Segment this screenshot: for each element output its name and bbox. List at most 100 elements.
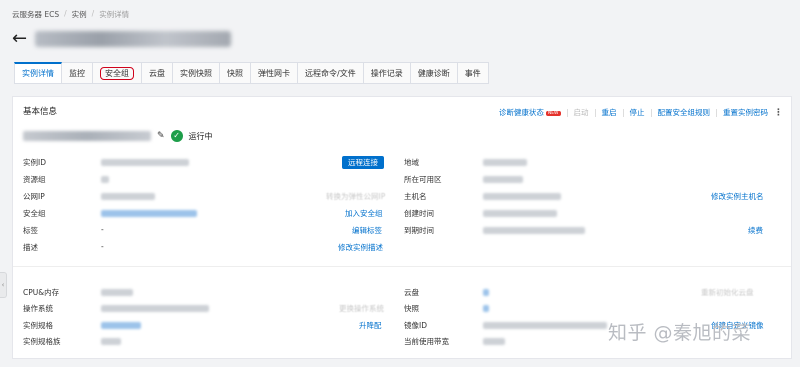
label-zone: 所在可用区 [404, 175, 442, 184]
value-redacted [483, 322, 607, 329]
label-expire: 到期时间 [404, 226, 434, 235]
value-redacted [483, 176, 523, 183]
value-redacted[interactable] [101, 322, 141, 329]
card-actions: 诊断健康状态 NEW 启动 重启 停止 配置安全组规则 重置实例密码 ⋮ [499, 107, 783, 118]
tab-eni[interactable]: 弹性网卡 [251, 62, 298, 84]
label-snapshot: 快照 [404, 304, 419, 313]
value-redacted [101, 176, 109, 183]
row-instance-id: 实例ID 远程连接 地域 [13, 156, 793, 169]
breadcrumb-separator: / [91, 9, 95, 18]
upgrade-downgrade-link[interactable]: 升降配 [359, 320, 382, 331]
label-resource-group: 资源组 [23, 175, 46, 184]
reinit-disk-link[interactable]: 重新初始化云盘 [701, 287, 754, 298]
divider [594, 108, 596, 117]
label-instance-id: 实例ID [23, 158, 46, 167]
tab-operation-logs[interactable]: 操作记录 [363, 62, 411, 84]
config-security-group-link[interactable]: 配置安全组规则 [658, 107, 711, 118]
breadcrumb-current: 实例详情 [99, 10, 130, 19]
running-check-icon: ✓ [170, 130, 183, 142]
label-cpu-memory: CPU&内存 [23, 288, 60, 297]
label-public-ip: 公网IP [23, 192, 45, 201]
instance-name-row: ✎ ✓ 运行中 [23, 130, 213, 142]
row-resource-group: 资源组 所在可用区 [13, 174, 793, 186]
label-bandwidth: 当前使用带宽 [404, 337, 449, 346]
tab-disks[interactable]: 云盘 [142, 62, 173, 84]
value-redacted [483, 193, 561, 200]
value-redacted [483, 227, 585, 234]
section-divider [13, 266, 791, 267]
join-security-group-link[interactable]: 加入安全组 [345, 208, 383, 219]
label-disk: 云盘 [404, 288, 419, 297]
status-text: 运行中 [188, 131, 213, 141]
tab-instance-details[interactable]: 实例详情 [14, 62, 62, 84]
breadcrumb-instances[interactable]: 实例 [72, 9, 87, 20]
watermark: 知乎 @秦旭的菜 [608, 322, 752, 344]
value-description: - [101, 242, 104, 251]
divider [650, 108, 652, 117]
row-cpu-memory: CPU&内存 云盘 重新初始化云盘 [13, 287, 793, 299]
diagnose-health-link[interactable]: 诊断健康状态 NEW [499, 107, 561, 118]
card-title: 基本信息 [23, 107, 58, 117]
breadcrumb-separator: / [64, 9, 67, 18]
tab-security-group[interactable]: 安全组 [93, 62, 142, 84]
tab-remote-commands[interactable]: 远程命令/文件 [298, 62, 364, 84]
value-redacted [101, 338, 121, 345]
edit-pencil-icon[interactable]: ✎ [157, 131, 165, 141]
reset-password-link[interactable]: 重置实例密码 [723, 107, 768, 118]
tab-health-diagnosis[interactable]: 健康诊断 [410, 62, 458, 84]
breadcrumb: 云服务器 ECS / 实例 / 实例详情 [12, 9, 129, 20]
row-os: 操作系统 更换操作系统 快照 [13, 303, 793, 315]
start-link[interactable]: 启动 [574, 107, 589, 118]
value-redacted [483, 159, 527, 166]
edit-tags-link[interactable]: 编辑标签 [352, 225, 382, 236]
row-public-ip: 公网IP 转换为弹性公网IP 主机名 修改实例主机名 [13, 191, 793, 203]
breadcrumb-ecs[interactable]: 云服务器 ECS [12, 9, 59, 20]
change-os-link[interactable]: 更换操作系统 [339, 303, 384, 314]
label-created-at: 创建时间 [404, 209, 434, 218]
more-vertical-icon[interactable]: ⋮ [774, 108, 783, 118]
label-description: 描述 [23, 243, 38, 252]
value-redacted [101, 289, 133, 296]
divider [566, 108, 568, 117]
label-tags: 标签 [23, 226, 38, 235]
convert-eip-link[interactable]: 转换为弹性公网IP [326, 191, 385, 202]
label-instance-type: 实例规格 [23, 321, 53, 330]
new-badge: NEW [545, 110, 561, 116]
label-security-group: 安全组 [23, 209, 46, 218]
row-security-group: 安全组 加入安全组 创建时间 [13, 208, 793, 220]
restart-link[interactable]: 重启 [602, 107, 617, 118]
value-tags: - [101, 225, 104, 234]
row-tags: 标签 - 编辑标签 到期时间 续费 [13, 225, 793, 237]
tab-events[interactable]: 事件 [457, 62, 489, 84]
collapse-handle[interactable]: ‹ [0, 272, 7, 298]
divider [622, 108, 624, 117]
row-description: 描述 - 修改实例描述 [13, 242, 793, 254]
value-redacted [101, 193, 155, 200]
label-region: 地域 [404, 158, 419, 167]
value-redacted [483, 210, 557, 217]
instance-name-redacted [23, 131, 151, 141]
edit-description-link[interactable]: 修改实例描述 [338, 242, 383, 253]
back-arrow-icon[interactable]: ← [12, 30, 27, 48]
page-title-row: ← [12, 30, 232, 48]
divider [716, 108, 717, 117]
remote-connect-button[interactable]: 远程连接 [342, 156, 384, 169]
label-image-id: 镜像ID [404, 321, 427, 330]
page-title-redacted [35, 31, 232, 47]
modify-hostname-link[interactable]: 修改实例主机名 [711, 191, 764, 202]
value-redacted [101, 159, 189, 166]
label-instance-family: 实例规格族 [23, 337, 61, 346]
value-redacted [101, 305, 209, 312]
label-os: 操作系统 [23, 304, 53, 313]
label-hostname: 主机名 [404, 192, 427, 201]
tab-snapshots[interactable]: 快照 [220, 62, 251, 84]
value-redacted [483, 338, 505, 345]
value-redacted[interactable] [483, 289, 489, 296]
tab-instance-snapshots[interactable]: 实例快照 [173, 62, 220, 84]
security-group-link-redacted[interactable] [101, 210, 197, 217]
stop-link[interactable]: 停止 [630, 107, 645, 118]
tab-monitoring[interactable]: 监控 [62, 62, 93, 84]
value-redacted[interactable] [483, 305, 489, 312]
tab-bar: 实例详情 监控 安全组 云盘 实例快照 快照 弹性网卡 远程命令/文件 操作记录… [14, 62, 489, 84]
renew-link[interactable]: 续费 [748, 225, 763, 236]
